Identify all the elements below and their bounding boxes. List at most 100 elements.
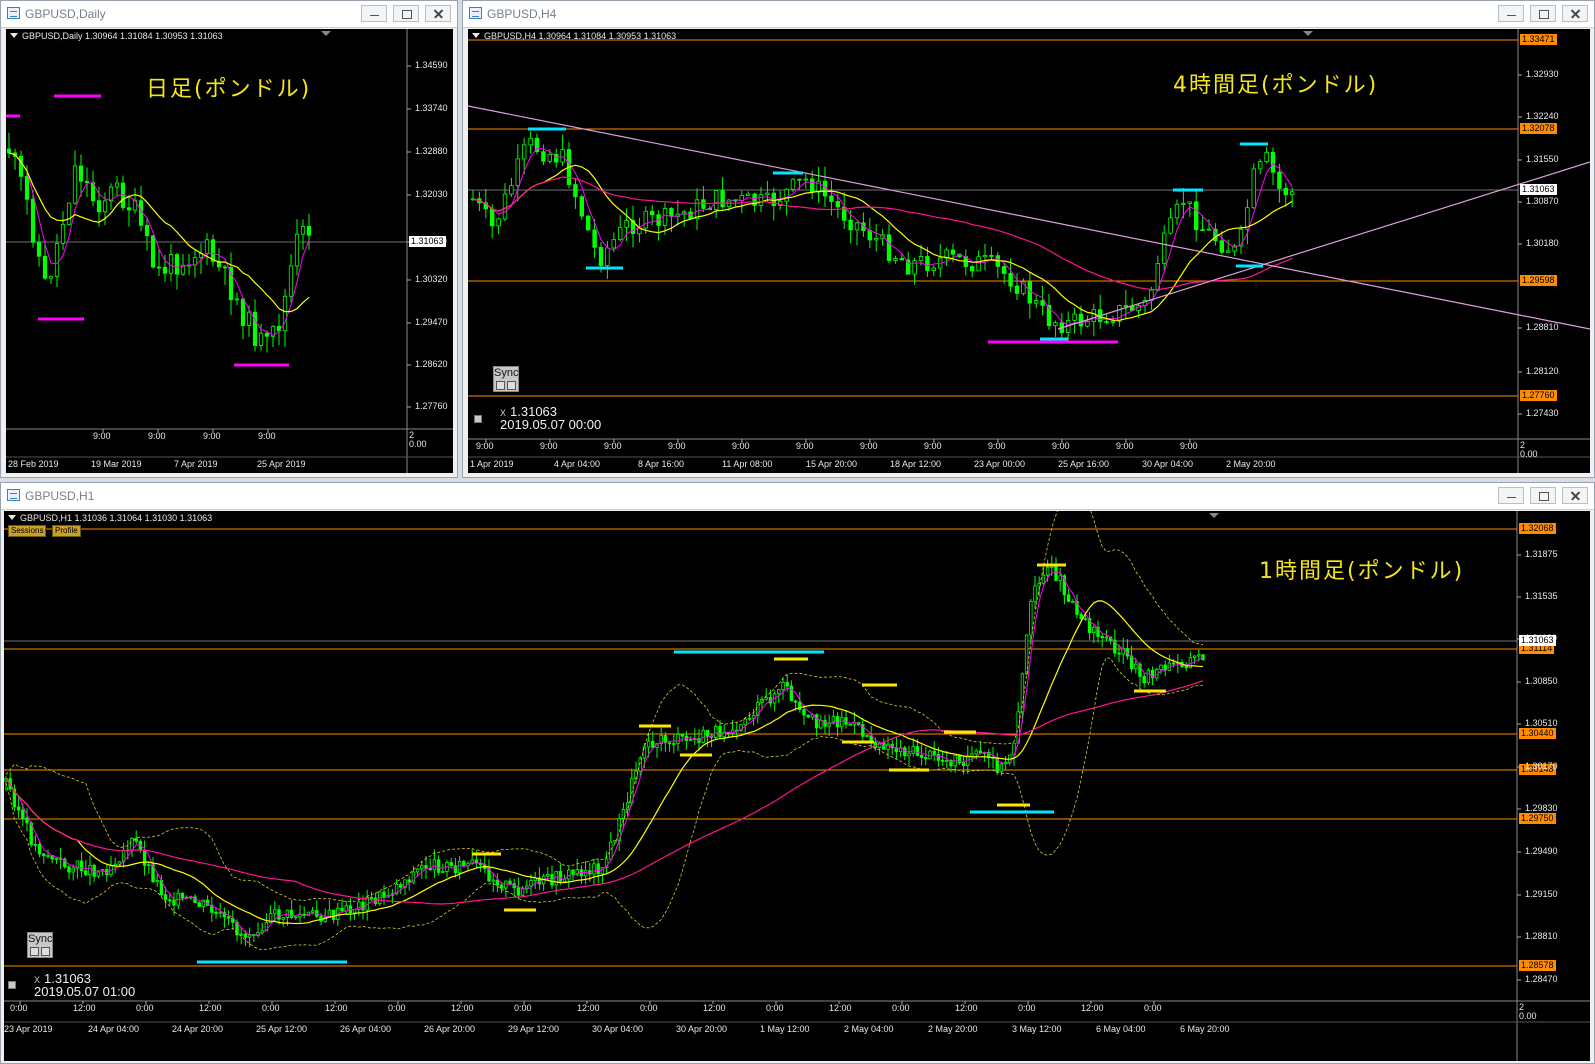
time-tick-label: 9:00 <box>1116 441 1134 451</box>
date-tick-label: 25 Apr 16:00 <box>1058 459 1110 469</box>
candle-body <box>903 747 907 757</box>
time-tick-label: 0:00 <box>262 1003 280 1013</box>
moving-average-fast <box>5 571 1204 936</box>
date-tick-label: 1 Apr 2019 <box>470 459 514 469</box>
trend-line <box>1057 161 1590 330</box>
candle-body <box>819 720 823 729</box>
time-tick-label: 9:00 <box>796 441 814 451</box>
daily-chart-canvas[interactable]: GBPUSD,Daily 1.30964 1.31084 1.30953 1.3… <box>6 29 453 473</box>
candle-body <box>1162 232 1167 264</box>
h4-crosshair-close-icon[interactable] <box>474 415 482 423</box>
candle-body <box>809 178 815 193</box>
date-tick-label: 25 Apr 12:00 <box>256 1024 308 1034</box>
close-button[interactable] <box>1562 5 1588 22</box>
time-tick-label: 12:00 <box>199 1003 222 1013</box>
minimize-button[interactable] <box>1498 5 1524 22</box>
candle-body <box>218 911 222 914</box>
h1-crosshair-close-icon[interactable] <box>8 981 16 989</box>
level-price-label: 1.29750 <box>1519 813 1556 824</box>
candle-body <box>340 907 344 912</box>
dropdown-triangle-icon[interactable] <box>8 515 16 520</box>
minimize-button[interactable] <box>361 5 387 22</box>
candle-body <box>1206 228 1212 231</box>
candle-body <box>420 865 424 870</box>
date-tick-label: 1 May 12:00 <box>760 1024 810 1034</box>
close-button[interactable] <box>425 5 451 22</box>
time-tick-label: 12:00 <box>1081 1003 1104 1013</box>
candle-body <box>1226 250 1231 253</box>
candle-body <box>919 754 924 758</box>
level-price-label: 1.32068 <box>1519 523 1556 534</box>
candle-body <box>579 196 584 217</box>
level-price-label: 1.32078 <box>1520 123 1557 134</box>
sync-left-button[interactable] <box>30 947 39 956</box>
sync-right-button[interactable] <box>507 381 516 390</box>
candle-body <box>886 234 892 261</box>
candle-body <box>680 733 684 737</box>
time-tick-label: 9:00 <box>860 441 878 451</box>
candle-body <box>546 874 550 877</box>
maximize-button[interactable] <box>1530 487 1556 504</box>
time-tick-label: 0:00 <box>640 1003 658 1013</box>
price-tick-label: 1.31550 <box>1526 154 1559 164</box>
candle-body <box>743 718 747 726</box>
candle-body <box>1071 600 1075 603</box>
crosshair-time: 2019.05.07 00:00 <box>500 417 602 432</box>
candle-body <box>54 857 59 860</box>
price-tick-label: 1.29470 <box>415 317 448 327</box>
level-price-label: 1.30440 <box>1519 728 1556 739</box>
candle-body <box>528 137 533 146</box>
candle-body <box>168 899 172 902</box>
candle-body <box>835 201 840 208</box>
h4-sync-panel[interactable]: Sync <box>493 366 519 392</box>
price-tick-label: 1.31535 <box>1525 591 1558 601</box>
h4-chart-canvas[interactable]: GBPUSD,H4 1.30964 1.31084 1.30953 1.3106… <box>468 29 1590 473</box>
sessions-button[interactable]: Sessions <box>8 525 47 537</box>
maximize-button[interactable] <box>393 5 419 22</box>
candle-body <box>441 870 445 873</box>
candle-body <box>925 256 930 271</box>
daily-titlebar[interactable]: GBPUSD,Daily <box>1 1 457 28</box>
candle-body <box>288 265 294 297</box>
candle-body <box>84 870 88 876</box>
candle-body <box>932 750 936 755</box>
date-tick-label: 30 Apr 04:00 <box>1142 459 1194 469</box>
h1-sync-panel[interactable]: Sync <box>27 932 53 958</box>
candle-body <box>790 178 796 190</box>
candle-body <box>882 742 886 750</box>
price-tick-label: 1.32030 <box>415 189 448 199</box>
chart-window-icon <box>7 489 20 501</box>
date-tick-label: 23 Apr 2019 <box>4 1024 53 1034</box>
candle-body <box>854 222 860 231</box>
minimize-button[interactable] <box>1498 487 1524 504</box>
candle-body <box>172 899 176 906</box>
h4-titlebar[interactable]: GBPUSD,H4 <box>463 1 1594 28</box>
time-tick-label: 0:00 <box>514 1003 532 1013</box>
h1-chart-canvas[interactable]: GBPUSD,H1 1.31036 1.31064 1.31030 1.3106… <box>4 511 1590 1061</box>
candle-body <box>1277 171 1282 189</box>
maximize-button[interactable] <box>1530 5 1556 22</box>
chart-shift-triangle <box>1303 31 1313 36</box>
date-tick-label: 11 Apr 08:00 <box>722 459 773 469</box>
h1-titlebar[interactable]: GBPUSD,H1 <box>1 483 1594 510</box>
candle-body <box>1058 575 1062 581</box>
candle-body <box>867 230 872 241</box>
dropdown-triangle-icon[interactable] <box>10 33 18 38</box>
price-tick-label: 1.30850 <box>1525 676 1558 686</box>
time-tick-label: 12:00 <box>955 1003 978 1013</box>
price-tick-label: 1.29490 <box>1525 846 1558 856</box>
candle-body <box>382 891 386 898</box>
candle-body <box>1054 565 1058 581</box>
daily-chart-window[interactable]: GBPUSD,Daily GBPUSD,Daily 1.30964 1.3108… <box>0 0 458 478</box>
h4-chart-window[interactable]: GBPUSD,H4 GBPUSD,H4 1.30964 1.31084 1.30… <box>462 0 1595 478</box>
close-button[interactable] <box>1562 487 1588 504</box>
profile-button[interactable]: Profile <box>52 525 81 537</box>
dropdown-triangle-icon[interactable] <box>472 33 480 38</box>
candle-body <box>701 729 705 743</box>
date-tick-label: 19 Mar 2019 <box>91 459 142 469</box>
candle-body <box>1134 663 1138 670</box>
candle-body <box>1104 636 1109 639</box>
sync-left-button[interactable] <box>496 381 505 390</box>
h1-chart-window[interactable]: GBPUSD,H1 GBPUSD,H1 1.31036 1.31064 1.31… <box>0 482 1595 1064</box>
sync-right-button[interactable] <box>41 947 50 956</box>
